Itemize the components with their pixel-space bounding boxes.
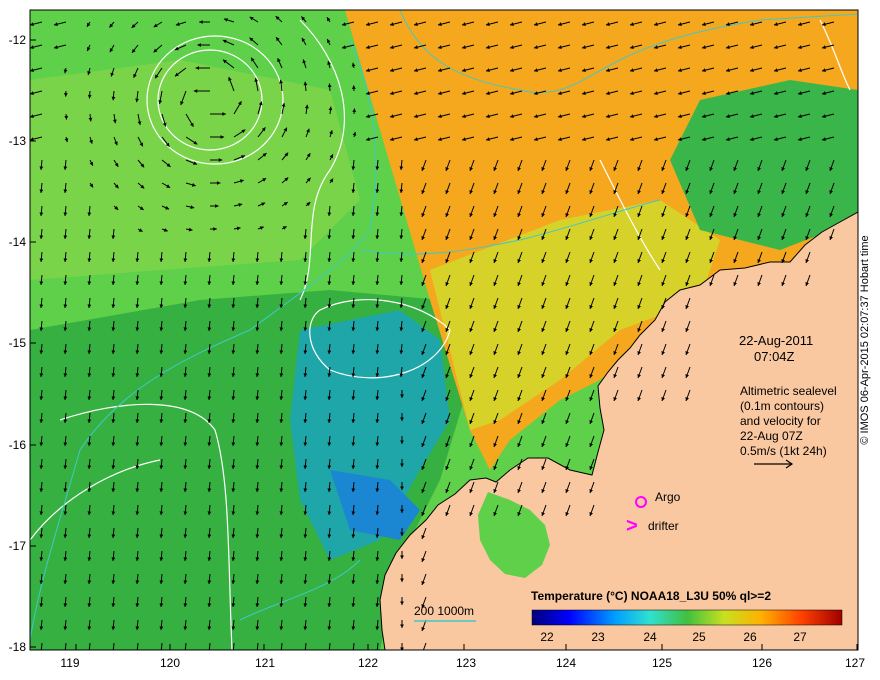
x-tick-label: 126 [751, 656, 773, 670]
x-tick-label: 124 [555, 656, 577, 670]
depth-legend-label: 200 1000m [414, 604, 475, 618]
y-tick-label: -15 [8, 336, 26, 350]
y-tick-label: -12 [8, 33, 26, 47]
x-tick-label: 119 [60, 656, 80, 670]
x-tick-label: 122 [357, 656, 379, 670]
map-figure: -12 -13 -14 -15 -16 -17 -18 119 120 121 … [0, 0, 880, 680]
drifter-marker-icon: > [626, 515, 638, 537]
y-tick-label: -14 [8, 235, 26, 249]
info-line: 0.5m/s (1kt 24h) [740, 444, 827, 458]
sst-green-east [670, 80, 858, 250]
velocity-arrow-head [421, 650, 425, 654]
y-tick-label: -16 [8, 438, 26, 452]
info-line: (0.1m contours) [740, 399, 825, 413]
colorbar-tick: 25 [692, 630, 706, 644]
y-tick-label: -17 [8, 539, 26, 553]
colorbar [531, 609, 843, 626]
x-tick-label: 121 [254, 656, 276, 670]
colorbar-title: Temperature (°C) NOAA18_L3U 50% ql>=2 [531, 589, 771, 603]
drifter-label: drifter [648, 519, 679, 533]
annotation-time: 07:04Z [754, 349, 795, 364]
credit-text: © IMOS 06-Apr-2015 02:07:37 Hobart time [859, 235, 871, 445]
colorbar-tick: 26 [743, 630, 757, 644]
annotation-date: 22-Aug-2011 [739, 333, 814, 348]
info-line: and velocity for [740, 414, 821, 428]
info-line: 22-Aug 07Z [740, 429, 803, 443]
x-tick-label: 125 [651, 656, 673, 670]
colorbar-tick: 27 [793, 630, 807, 644]
x-tick-label: 127 [844, 656, 866, 670]
argo-label: Argo [655, 490, 681, 504]
y-tick-label: -18 [8, 640, 26, 654]
colorbar-tick: 23 [591, 630, 605, 644]
info-line: Altimetric sealevel [740, 384, 837, 398]
y-tick-label: -13 [8, 134, 26, 148]
colorbar-tick: 24 [643, 630, 657, 644]
x-tick-label: 120 [159, 656, 181, 670]
x-tick-label: 123 [455, 656, 477, 670]
colorbar-tick: 22 [540, 630, 554, 644]
